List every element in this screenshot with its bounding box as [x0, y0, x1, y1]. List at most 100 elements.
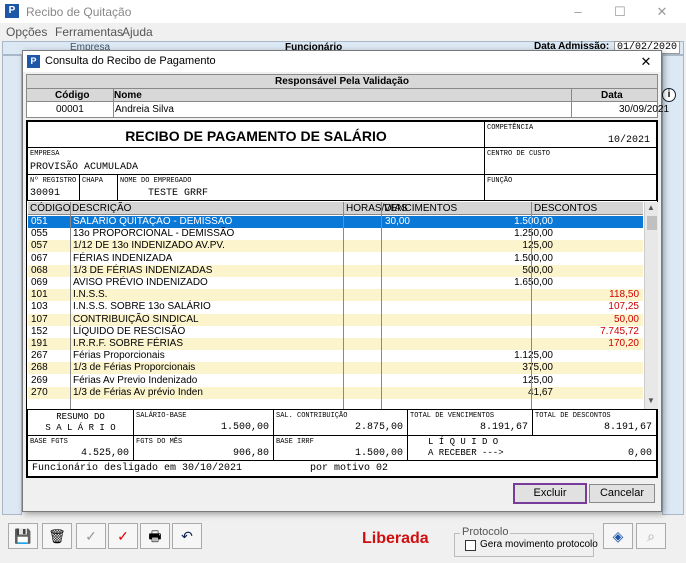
- check-red-icon[interactable]: ✓: [108, 523, 138, 549]
- nome-empregado-cell: NOME DO EMPREGADO TESTE GRRF: [117, 174, 485, 201]
- row-descontos: 118,50: [609, 289, 639, 301]
- fgts-mes-value: 906,80: [232, 448, 269, 459]
- table-row[interactable]: 267 Férias Proporcionais 1.125,00: [28, 350, 643, 363]
- sal-contribuicao-label: SAL. CONTRIBUIÇÃO: [276, 412, 348, 420]
- print-icon[interactable]: 🖶: [140, 523, 170, 549]
- menu-opcoes[interactable]: Opções: [6, 25, 47, 39]
- liquido-line2: A RECEBER --->: [428, 448, 504, 458]
- table-row[interactable]: 067 FÉRIAS INDENIZADA 1.500,00: [28, 252, 643, 265]
- row-codigo: 191: [31, 338, 48, 349]
- row-vencimentos: 1.250,00: [514, 228, 553, 240]
- col-divider: [381, 202, 382, 409]
- maximize-icon[interactable]: ☐: [600, 0, 640, 23]
- row-descricao: AVISO PRÉVIO INDENIZADO: [73, 277, 208, 288]
- sal-contribuicao-cell: SAL. CONTRIBUIÇÃO 2.875,00: [273, 409, 408, 436]
- row-descricao: 1/3 de Férias Av prévio Inden: [73, 386, 203, 398]
- row-descricao: 1/3 DE FÉRIAS INDENIZADAS: [73, 264, 213, 276]
- validation-panel: Responsável Pela Validação Código Nome D…: [26, 74, 669, 118]
- col-header-descricao: DESCRIÇÃO: [72, 203, 132, 214]
- base-fgts-value: 4.525,00: [80, 448, 129, 459]
- resumo-cell: RESUMO DO S A L Á R I O: [27, 409, 134, 436]
- table-row[interactable]: 191 I.R.R.F. SOBRE FÉRIAS 170,20: [28, 338, 643, 350]
- protocolo-checkbox-label: Gera movimento protocolo: [480, 539, 598, 550]
- row-vencimentos: 1.650,00: [514, 277, 553, 288]
- nome-empregado-label: NOME DO EMPREGADO: [120, 177, 192, 185]
- items-scrollbar[interactable]: ▲ ▼: [644, 202, 658, 409]
- diamond-nav-icon[interactable]: ◈: [603, 523, 633, 549]
- nome-empregado-value: TESTE GRRF: [148, 188, 209, 199]
- row-codigo: 267: [31, 350, 48, 362]
- close-icon[interactable]: ✕: [642, 0, 682, 23]
- liquido-value: 0,00: [627, 448, 652, 459]
- info-icon[interactable]: i: [662, 88, 676, 102]
- table-row[interactable]: 069 AVISO PRÉVIO INDENIZADO 1.650,00: [28, 277, 643, 289]
- sal-contribuicao-value: 2.875,00: [354, 422, 403, 433]
- menu-ferramentas[interactable]: Ferramentas: [55, 25, 123, 39]
- table-row[interactable]: 055 13o PROPORCIONAL - DEMISSÃO 1.250,00: [28, 228, 643, 241]
- search-person-icon[interactable]: ⌕: [636, 523, 666, 549]
- dialog-title-bar: P Consulta do Recibo de Pagamento ✕: [23, 51, 661, 72]
- row-vencimentos: 1.500,00: [514, 216, 553, 227]
- table-row[interactable]: 051 SALÁRIO QUITAÇÃO - DEMISSÃO 30,00 1.500…: [28, 216, 643, 228]
- scroll-down-icon[interactable]: ▼: [647, 396, 655, 405]
- competencia-cell: COMPETÊNCIA 10/2021: [484, 121, 657, 148]
- col-nome: Nome: [114, 90, 142, 101]
- table-row[interactable]: 057 1/12 DE 13o INDENIZADO AV.PV. 125,00: [28, 240, 643, 253]
- fgts-mes-label: FGTS DO MÊS: [136, 438, 183, 446]
- dialog-title: Consulta do Recibo de Pagamento: [45, 55, 216, 67]
- trash-icon[interactable]: 🗑: [42, 523, 72, 549]
- background-left-strip: [2, 55, 22, 515]
- footer-right: por motivo 02: [310, 463, 389, 474]
- undo-icon[interactable]: ↶: [172, 523, 202, 549]
- receipt-dialog: P Consulta do Recibo de Pagamento ✕ Resp…: [22, 50, 669, 512]
- table-row[interactable]: 103 I.N.S.S. SOBRE 13o SALÁRIO 107,25: [28, 301, 643, 314]
- protocolo-checkbox[interactable]: [465, 540, 476, 551]
- fgts-mes-cell: FGTS DO MÊS 906,80: [133, 435, 274, 461]
- receipt-panel: RECIBO DE PAGAMENTO DE SALÁRIO COMPETÊNC…: [26, 120, 658, 478]
- total-vencimentos-cell: TOTAL DE VENCIMENTOS 8.191,67: [407, 409, 533, 436]
- validation-divider-1: [113, 89, 114, 118]
- save-icon[interactable]: 💾: [8, 523, 38, 549]
- scroll-up-icon[interactable]: ▲: [647, 203, 655, 212]
- centro-custo-cell: CENTRO DE CUSTO: [484, 147, 657, 175]
- app-icon: P: [5, 4, 19, 18]
- row-descricao: Férias Proporcionais: [73, 350, 165, 362]
- table-row[interactable]: 101 I.N.S.S. 118,50: [28, 289, 643, 302]
- col-header-descontos: DESCONTOS: [534, 203, 598, 214]
- check-gray-icon[interactable]: ✓: [76, 523, 106, 549]
- scroll-thumb[interactable]: [647, 216, 657, 230]
- total-vencimentos-label: TOTAL DE VENCIMENTOS: [410, 412, 495, 420]
- salario-base-cell: SALÁRIO-BASE 1.500,00: [133, 409, 274, 436]
- menu-ajuda[interactable]: Ajuda: [122, 25, 153, 39]
- table-row[interactable]: 107 CONTRIBUIÇÃO SINDICAL 50,00: [28, 313, 643, 326]
- minimize-icon[interactable]: –: [558, 0, 598, 23]
- base-irrf-value: 1.500,00: [354, 448, 403, 459]
- table-row[interactable]: 270 1/3 de Férias Av prévio Inden 41,67: [28, 386, 643, 399]
- liquido-cell: L Í Q U I D O A RECEBER ---> 0,00: [407, 435, 657, 461]
- total-descontos-value: 8.191,67: [603, 422, 652, 433]
- excluir-button[interactable]: Excluir: [513, 483, 587, 504]
- row-vencimentos: 125,00: [522, 240, 553, 252]
- col-divider: [70, 202, 71, 409]
- row-codigo: 268: [31, 362, 48, 374]
- items-table-header: CÓDIGO DESCRIÇÃO HORAS/DIAS VENCIMENTOS …: [28, 202, 643, 215]
- row-codigo: 067: [31, 252, 48, 264]
- row-vencimentos: 1.125,00: [514, 350, 553, 362]
- table-row[interactable]: 152 LÍQUIDO DE RESCISÃO 7.745,72: [28, 325, 643, 338]
- total-vencimentos-value: 8.191,67: [479, 422, 528, 433]
- col-divider: [531, 202, 532, 409]
- dialog-close-icon[interactable]: ✕: [635, 53, 657, 70]
- competencia-label: COMPETÊNCIA: [487, 124, 534, 132]
- table-row[interactable]: 268 1/3 de Férias Proporcionais 375,00: [28, 362, 643, 375]
- table-row[interactable]: 269 Férias Av Previo Indenizado 125,00: [28, 374, 643, 387]
- col-header-vencimentos: VENCIMENTOS: [384, 203, 458, 214]
- table-row[interactable]: 068 1/3 DE FÉRIAS INDENIZADAS 500,00: [28, 264, 643, 277]
- row-descricao: I.N.S.S.: [73, 289, 108, 301]
- row-vencimentos: 125,00: [522, 374, 553, 386]
- footer-left: Funcionário desligado em 30/10/2021: [32, 463, 243, 474]
- registro-value: 30091: [30, 188, 61, 199]
- cancelar-button[interactable]: Cancelar: [589, 484, 655, 503]
- chapa-cell: CHAPA: [79, 174, 118, 201]
- resumo-line2: S A L Á R I O: [45, 423, 116, 433]
- funcao-label: FUNÇÃO: [487, 177, 513, 185]
